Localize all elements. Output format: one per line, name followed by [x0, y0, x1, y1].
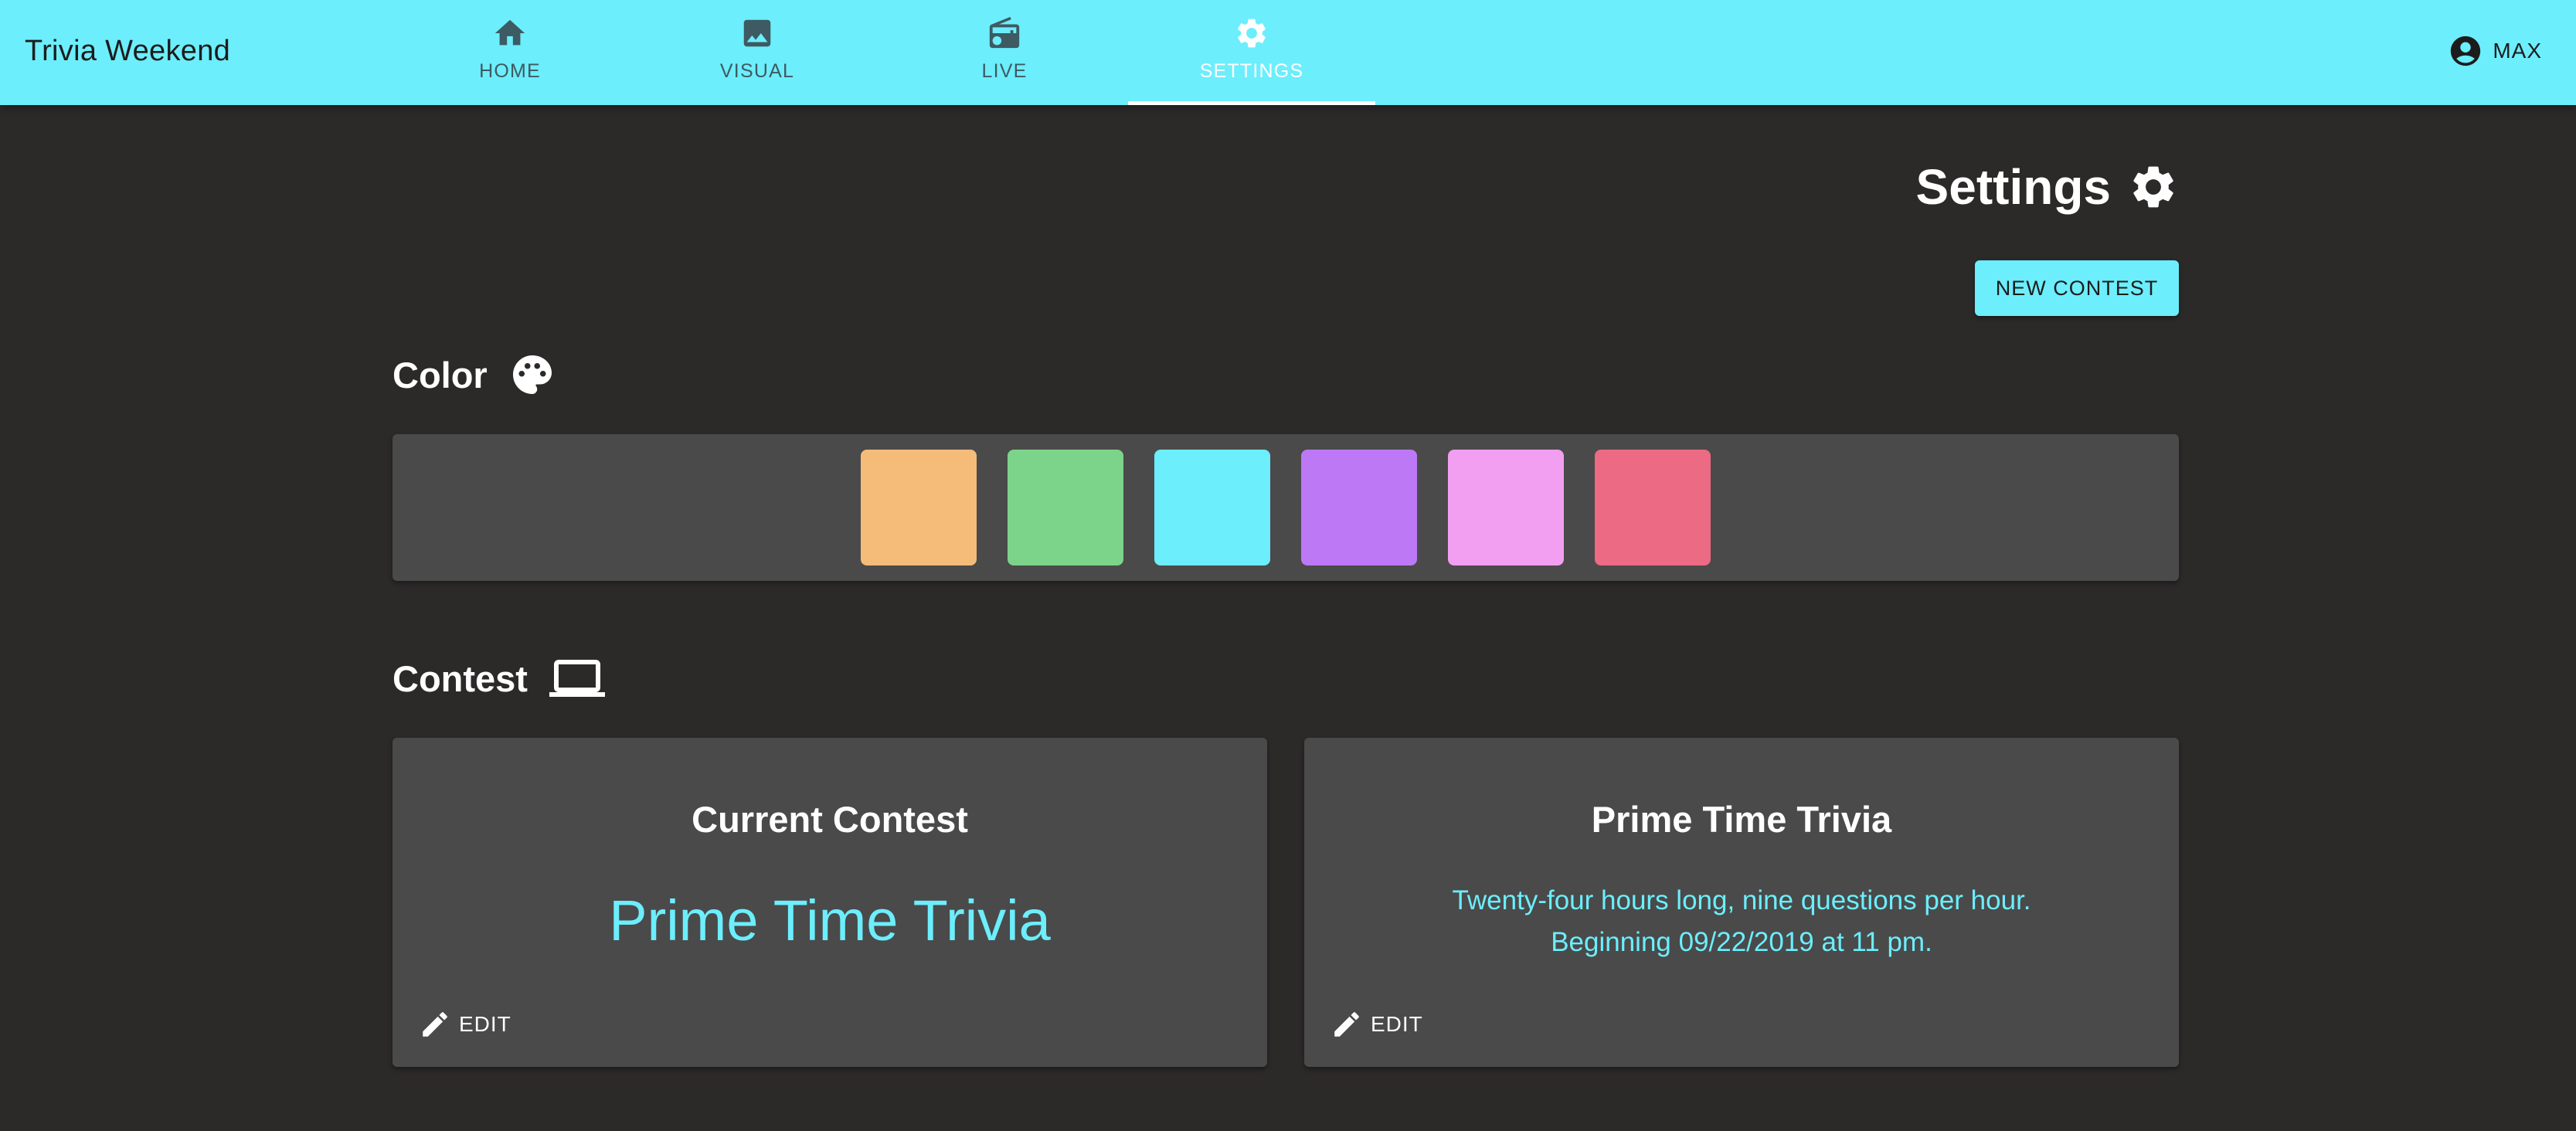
- tab-live-label: LIVE: [981, 60, 1028, 82]
- color-swatch-panel: [393, 434, 2179, 581]
- current-contest-name: Prime Time Trivia: [609, 888, 1051, 953]
- user-name: MAX: [2493, 39, 2542, 63]
- active-tab-indicator: [1128, 101, 1375, 105]
- tab-settings-label: SETTINGS: [1199, 60, 1304, 82]
- contest-card: Prime Time Trivia Twenty-four hours long…: [1304, 738, 2179, 1067]
- new-contest-button[interactable]: NEW CONTEST: [1975, 260, 2179, 316]
- tab-settings[interactable]: SETTINGS: [1128, 0, 1375, 105]
- edit-label: EDIT: [1371, 1012, 1423, 1036]
- gear-icon: [2133, 166, 2173, 208]
- edit-label: EDIT: [459, 1012, 511, 1036]
- color-swatch-red[interactable]: [1595, 450, 1711, 566]
- palette-icon: [512, 355, 552, 394]
- contest-section-label: Contest: [393, 657, 528, 699]
- user-menu-button[interactable]: MAX: [2448, 31, 2542, 71]
- description-line: Twenty-four hours long, nine questions p…: [1452, 885, 2031, 915]
- edit-button[interactable]: EDIT: [419, 1005, 511, 1044]
- tab-home[interactable]: HOME: [386, 0, 634, 105]
- tab-visual[interactable]: VISUAL: [634, 0, 881, 105]
- image-icon: [743, 19, 771, 47]
- card-title: Current Contest: [692, 799, 968, 840]
- page-title-row: Settings: [1916, 156, 2179, 218]
- edit-button[interactable]: EDIT: [1330, 1005, 1423, 1044]
- card-title: Prime Time Trivia: [1591, 799, 1892, 840]
- color-swatch-purple[interactable]: [1301, 450, 1417, 566]
- app-bar: Trivia Weekend HOME VISUAL LIVE SETTINGS…: [0, 0, 2576, 105]
- color-section-label: Color: [393, 354, 488, 396]
- current-contest-card: Current Contest Prime Time Trivia EDIT: [393, 738, 1267, 1067]
- account-circle-icon: [2451, 36, 2481, 66]
- color-swatch-cyan[interactable]: [1154, 450, 1270, 566]
- color-section-title: Color: [393, 348, 556, 402]
- tab-live[interactable]: LIVE: [881, 0, 1128, 105]
- tab-visual-label: VISUAL: [719, 60, 795, 82]
- app-title: Trivia Weekend: [25, 35, 231, 67]
- radio-icon: [989, 16, 1020, 49]
- gear-icon: [1238, 19, 1266, 48]
- contest-section-title: Contest: [393, 651, 605, 705]
- color-swatch-orange[interactable]: [861, 450, 977, 566]
- page-title: Settings: [1915, 159, 2111, 215]
- contest-description: Twenty-four hours long, nine questions p…: [1304, 880, 2179, 963]
- description-line: Beginning 09/22/2019 at 11 pm.: [1551, 927, 1932, 957]
- home-icon: [494, 19, 525, 46]
- pencil-icon: [423, 1012, 447, 1037]
- color-swatch-pink[interactable]: [1448, 450, 1564, 566]
- laptop-icon: [549, 660, 605, 697]
- pencil-icon: [1334, 1012, 1359, 1037]
- tab-home-label: HOME: [479, 60, 541, 82]
- color-swatch-green[interactable]: [1008, 450, 1123, 566]
